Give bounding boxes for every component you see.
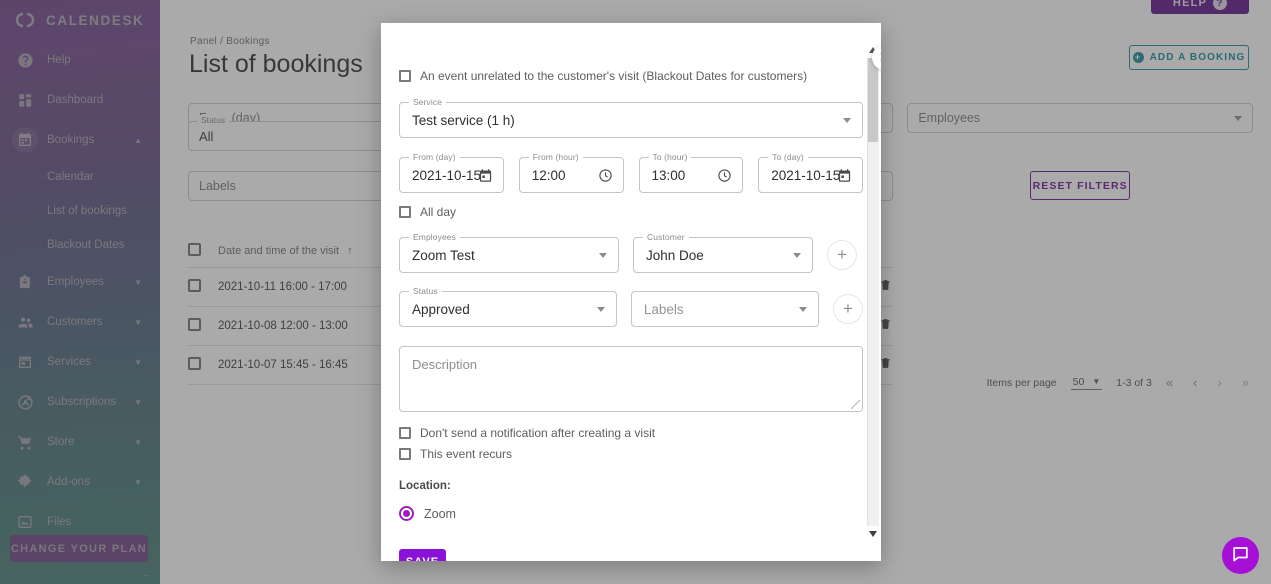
- service-value: Test service (1 h): [412, 112, 515, 128]
- employees-select[interactable]: Employees Zoom Test: [399, 232, 619, 273]
- labels-placeholder: Labels: [643, 301, 684, 317]
- to-hour-legend: To (hour): [648, 152, 692, 162]
- chevron-down-icon: [599, 253, 607, 258]
- employees-customer-row: Employees Zoom Test Customer John Doe +: [399, 232, 863, 273]
- labels-select[interactable]: Labels: [630, 291, 819, 327]
- status-value: Approved: [412, 301, 470, 317]
- location-option-zoom[interactable]: Zoom: [399, 506, 863, 521]
- to-day-legend: To (day): [768, 152, 808, 162]
- radio-selected-icon[interactable]: [399, 506, 414, 521]
- service-legend: Service: [409, 97, 447, 107]
- scroll-down-arrow-icon[interactable]: [869, 531, 877, 537]
- checkbox-icon[interactable]: [399, 427, 411, 439]
- chevron-down-icon: [596, 307, 605, 312]
- customer-value: John Doe: [646, 247, 704, 263]
- status-labels-row: Status Approved Labels +: [399, 286, 863, 327]
- customer-select[interactable]: Customer John Doe: [633, 232, 813, 273]
- to-hour-field[interactable]: To (hour) 13:00: [638, 152, 744, 193]
- chat-bubble-icon: [1231, 544, 1250, 568]
- clock-icon[interactable]: [598, 168, 613, 188]
- save-button[interactable]: SAVE: [399, 549, 446, 561]
- all-day-checkbox-row[interactable]: All day: [399, 205, 863, 219]
- recurs-checkbox-row[interactable]: This event recurs: [399, 447, 863, 461]
- from-day-field[interactable]: From (day) 2021-10-15: [399, 152, 504, 193]
- checkbox-icon[interactable]: [399, 206, 411, 218]
- description-textarea[interactable]: Description: [399, 346, 863, 412]
- employees-value: Zoom Test: [412, 247, 475, 263]
- from-hour-field[interactable]: From (hour) 12:00: [518, 152, 624, 193]
- checkbox-icon[interactable]: [399, 448, 411, 460]
- location-option-label: Zoom: [424, 506, 456, 521]
- from-day-legend: From (day): [409, 152, 460, 162]
- chevron-down-icon: [799, 307, 807, 312]
- description-placeholder: Description: [412, 357, 478, 372]
- from-hour-legend: From (hour): [528, 152, 583, 162]
- resize-grip-icon[interactable]: [851, 400, 860, 409]
- plus-icon: +: [837, 245, 847, 264]
- modal-scrollbar[interactable]: [867, 47, 879, 537]
- to-hour-value: 13:00: [651, 167, 686, 183]
- datetime-row: From (day) 2021-10-15 From (hour) 12:00 …: [399, 152, 863, 193]
- from-hour-value: 12:00: [531, 167, 566, 183]
- app-root: CALENDESK Help Dashboard Bookings ▲ Cale…: [0, 0, 1271, 584]
- blackout-checkbox-label: An event unrelated to the customer's vis…: [420, 69, 808, 83]
- add-label-button[interactable]: +: [833, 294, 863, 324]
- calendar-icon[interactable]: [837, 168, 852, 188]
- status-legend: Status: [409, 286, 442, 296]
- clock-icon[interactable]: [717, 168, 732, 188]
- employees-legend: Employees: [409, 232, 460, 242]
- service-select[interactable]: Service Test service (1 h): [399, 97, 863, 138]
- scrollbar-thumb[interactable]: [868, 58, 878, 142]
- from-day-value: 2021-10-15: [412, 167, 482, 183]
- no-notification-label: Don't send a notification after creating…: [420, 426, 656, 440]
- no-notification-checkbox-row[interactable]: Don't send a notification after creating…: [399, 426, 863, 440]
- checkbox-icon[interactable]: [399, 70, 411, 82]
- blackout-checkbox-row[interactable]: An event unrelated to the customer's vis…: [399, 69, 863, 83]
- plus-icon: +: [843, 299, 853, 318]
- chevron-down-icon: [843, 118, 851, 123]
- all-day-label: All day: [420, 205, 457, 219]
- chat-widget-button[interactable]: [1222, 537, 1259, 574]
- calendar-icon[interactable]: [478, 168, 493, 188]
- to-day-field[interactable]: To (day) 2021-10-15: [758, 152, 863, 193]
- to-day-value: 2021-10-15: [771, 167, 841, 183]
- booking-modal: ✕ An event unrelated to the customer's v…: [381, 23, 881, 561]
- customer-legend: Customer: [643, 232, 689, 242]
- status-select[interactable]: Status Approved: [399, 286, 617, 327]
- location-label: Location:: [399, 480, 451, 492]
- add-customer-button[interactable]: +: [827, 240, 857, 270]
- save-button-label: SAVE: [406, 556, 439, 561]
- chevron-down-icon: [793, 253, 801, 258]
- recurs-label: This event recurs: [420, 447, 513, 461]
